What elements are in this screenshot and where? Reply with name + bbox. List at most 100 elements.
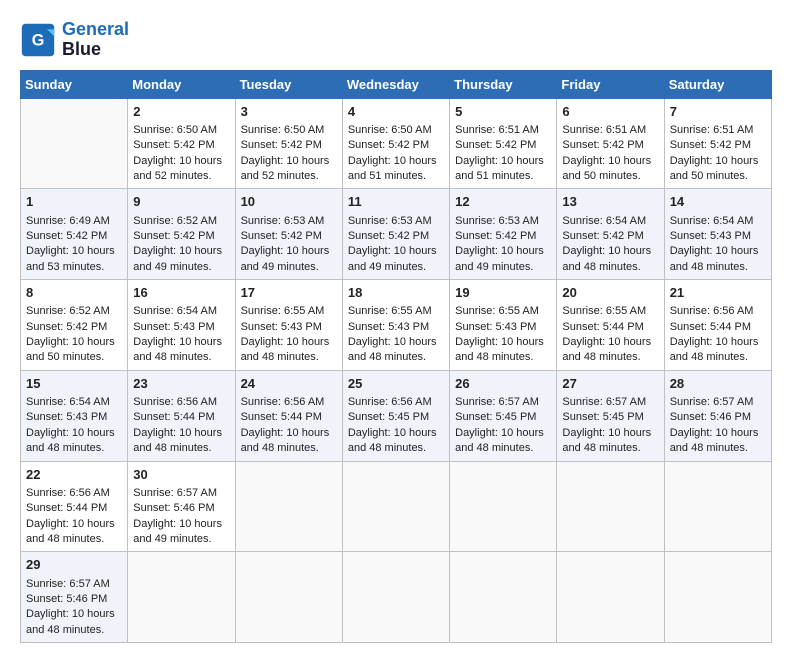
- calendar-cell: [342, 461, 449, 552]
- sunrise-text: Sunrise: 6:52 AM: [133, 214, 229, 229]
- calendar-table: Sunday Monday Tuesday Wednesday Thursday…: [20, 70, 772, 644]
- header-thursday: Thursday: [450, 70, 557, 98]
- day-number: 28: [670, 375, 766, 393]
- calendar-cell: 13Sunrise: 6:54 AMSunset: 5:42 PMDayligh…: [557, 189, 664, 280]
- day-number: 17: [241, 284, 337, 302]
- day-number: 11: [348, 193, 444, 211]
- daylight-text: Daylight: 10 hours and 48 minutes.: [26, 426, 122, 457]
- sunrise-text: Sunrise: 6:53 AM: [241, 214, 337, 229]
- calendar-cell: [664, 552, 771, 643]
- sunset-text: Sunset: 5:42 PM: [26, 320, 122, 335]
- day-number: 6: [562, 103, 658, 121]
- header-wednesday: Wednesday: [342, 70, 449, 98]
- sunrise-text: Sunrise: 6:53 AM: [348, 214, 444, 229]
- sunrise-text: Sunrise: 6:51 AM: [455, 123, 551, 138]
- sunset-text: Sunset: 5:44 PM: [241, 410, 337, 425]
- sunrise-text: Sunrise: 6:49 AM: [26, 214, 122, 229]
- day-number: 12: [455, 193, 551, 211]
- sunset-text: Sunset: 5:42 PM: [241, 138, 337, 153]
- daylight-text: Daylight: 10 hours and 48 minutes.: [455, 335, 551, 366]
- sunset-text: Sunset: 5:42 PM: [26, 229, 122, 244]
- daylight-text: Daylight: 10 hours and 50 minutes.: [26, 335, 122, 366]
- day-number: 19: [455, 284, 551, 302]
- sunrise-text: Sunrise: 6:54 AM: [133, 304, 229, 319]
- day-number: 18: [348, 284, 444, 302]
- calendar-week-row: 29Sunrise: 6:57 AMSunset: 5:46 PMDayligh…: [21, 552, 772, 643]
- daylight-text: Daylight: 10 hours and 48 minutes.: [562, 335, 658, 366]
- calendar-cell: [128, 552, 235, 643]
- calendar-cell: 28Sunrise: 6:57 AMSunset: 5:46 PMDayligh…: [664, 370, 771, 461]
- calendar-cell: [235, 552, 342, 643]
- day-number: 1: [26, 193, 122, 211]
- daylight-text: Daylight: 10 hours and 48 minutes.: [133, 426, 229, 457]
- sunrise-text: Sunrise: 6:56 AM: [133, 395, 229, 410]
- calendar-cell: 18Sunrise: 6:55 AMSunset: 5:43 PMDayligh…: [342, 280, 449, 371]
- daylight-text: Daylight: 10 hours and 48 minutes.: [241, 426, 337, 457]
- daylight-text: Daylight: 10 hours and 53 minutes.: [26, 244, 122, 275]
- logo-text: General Blue: [62, 20, 129, 60]
- sunrise-text: Sunrise: 6:57 AM: [133, 486, 229, 501]
- daylight-text: Daylight: 10 hours and 50 minutes.: [670, 154, 766, 185]
- daylight-text: Daylight: 10 hours and 52 minutes.: [241, 154, 337, 185]
- sunset-text: Sunset: 5:42 PM: [241, 229, 337, 244]
- day-number: 21: [670, 284, 766, 302]
- header-sunday: Sunday: [21, 70, 128, 98]
- calendar-week-row: 2Sunrise: 6:50 AMSunset: 5:42 PMDaylight…: [21, 98, 772, 189]
- day-number: 30: [133, 466, 229, 484]
- calendar-cell: 15Sunrise: 6:54 AMSunset: 5:43 PMDayligh…: [21, 370, 128, 461]
- calendar-cell: 26Sunrise: 6:57 AMSunset: 5:45 PMDayligh…: [450, 370, 557, 461]
- sunrise-text: Sunrise: 6:57 AM: [670, 395, 766, 410]
- daylight-text: Daylight: 10 hours and 48 minutes.: [133, 335, 229, 366]
- sunrise-text: Sunrise: 6:50 AM: [348, 123, 444, 138]
- sunset-text: Sunset: 5:44 PM: [670, 320, 766, 335]
- sunrise-text: Sunrise: 6:55 AM: [348, 304, 444, 319]
- svg-text:G: G: [32, 31, 45, 49]
- calendar-cell: 24Sunrise: 6:56 AMSunset: 5:44 PMDayligh…: [235, 370, 342, 461]
- daylight-text: Daylight: 10 hours and 49 minutes.: [133, 517, 229, 548]
- daylight-text: Daylight: 10 hours and 48 minutes.: [241, 335, 337, 366]
- day-number: 2: [133, 103, 229, 121]
- sunset-text: Sunset: 5:45 PM: [348, 410, 444, 425]
- calendar-cell: 14Sunrise: 6:54 AMSunset: 5:43 PMDayligh…: [664, 189, 771, 280]
- daylight-text: Daylight: 10 hours and 49 minutes.: [241, 244, 337, 275]
- calendar-week-row: 22Sunrise: 6:56 AMSunset: 5:44 PMDayligh…: [21, 461, 772, 552]
- calendar-cell: 1 Sunrise: 6:49 AMSunset: 5:42 PMDaylight…: [21, 189, 128, 280]
- header-friday: Friday: [557, 70, 664, 98]
- header-monday: Monday: [128, 70, 235, 98]
- daylight-text: Daylight: 10 hours and 48 minutes.: [670, 426, 766, 457]
- calendar-cell: [557, 552, 664, 643]
- sunrise-text: Sunrise: 6:54 AM: [670, 214, 766, 229]
- sunset-text: Sunset: 5:44 PM: [133, 410, 229, 425]
- sunset-text: Sunset: 5:42 PM: [562, 229, 658, 244]
- daylight-text: Daylight: 10 hours and 48 minutes.: [26, 517, 122, 548]
- calendar-cell: 22Sunrise: 6:56 AMSunset: 5:44 PMDayligh…: [21, 461, 128, 552]
- sunrise-text: Sunrise: 6:57 AM: [455, 395, 551, 410]
- daylight-text: Daylight: 10 hours and 48 minutes.: [348, 426, 444, 457]
- calendar-cell: 10Sunrise: 6:53 AMSunset: 5:42 PMDayligh…: [235, 189, 342, 280]
- sunset-text: Sunset: 5:45 PM: [455, 410, 551, 425]
- calendar-header-row: Sunday Monday Tuesday Wednesday Thursday…: [21, 70, 772, 98]
- calendar-cell: 7Sunrise: 6:51 AMSunset: 5:42 PMDaylight…: [664, 98, 771, 189]
- day-number: 3: [241, 103, 337, 121]
- daylight-text: Daylight: 10 hours and 52 minutes.: [133, 154, 229, 185]
- calendar-cell: 12Sunrise: 6:53 AMSunset: 5:42 PMDayligh…: [450, 189, 557, 280]
- daylight-text: Daylight: 10 hours and 48 minutes.: [670, 244, 766, 275]
- sunset-text: Sunset: 5:46 PM: [26, 592, 122, 607]
- sunset-text: Sunset: 5:42 PM: [670, 138, 766, 153]
- daylight-text: Daylight: 10 hours and 48 minutes.: [562, 426, 658, 457]
- calendar-cell: [235, 461, 342, 552]
- day-number: 26: [455, 375, 551, 393]
- sunset-text: Sunset: 5:42 PM: [348, 138, 444, 153]
- calendar-cell: 30Sunrise: 6:57 AMSunset: 5:46 PMDayligh…: [128, 461, 235, 552]
- calendar-cell: 9Sunrise: 6:52 AMSunset: 5:42 PMDaylight…: [128, 189, 235, 280]
- sunrise-text: Sunrise: 6:56 AM: [26, 486, 122, 501]
- sunrise-text: Sunrise: 6:57 AM: [562, 395, 658, 410]
- day-number: 20: [562, 284, 658, 302]
- calendar-cell: 11Sunrise: 6:53 AMSunset: 5:42 PMDayligh…: [342, 189, 449, 280]
- calendar-week-row: 8Sunrise: 6:52 AMSunset: 5:42 PMDaylight…: [21, 280, 772, 371]
- sunrise-text: Sunrise: 6:56 AM: [348, 395, 444, 410]
- calendar-cell: 23Sunrise: 6:56 AMSunset: 5:44 PMDayligh…: [128, 370, 235, 461]
- day-number: 24: [241, 375, 337, 393]
- sunset-text: Sunset: 5:45 PM: [562, 410, 658, 425]
- sunset-text: Sunset: 5:43 PM: [348, 320, 444, 335]
